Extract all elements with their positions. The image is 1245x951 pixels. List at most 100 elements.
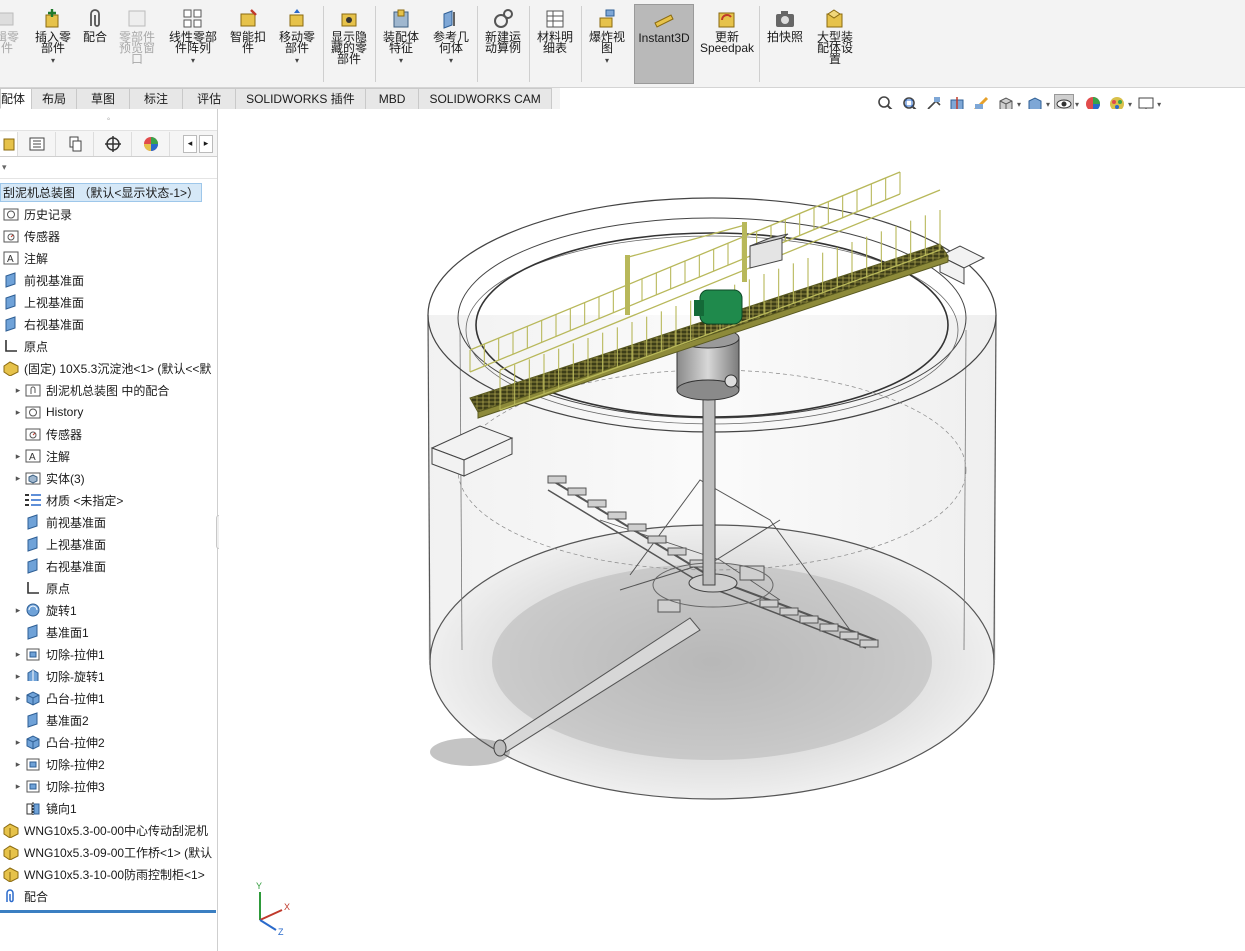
dimxpert-manager-tab[interactable] <box>94 131 132 156</box>
expand-arrow-icon[interactable]: ▸ <box>12 451 24 462</box>
tree-item[interactable]: 右视基准面 <box>0 313 218 335</box>
reference-triad: Y X Z <box>256 881 290 937</box>
move-component-button[interactable]: 移动零 部件 ▾ <box>274 4 320 84</box>
tab-markup[interactable]: 标注 <box>129 88 184 109</box>
tree-item[interactable]: A 注解 <box>0 247 218 269</box>
tab-sketch[interactable]: 草图 <box>76 88 131 109</box>
expand-arrow-icon[interactable]: ▸ <box>12 605 24 616</box>
display-manager-tab[interactable] <box>132 131 170 156</box>
expand-arrow-icon[interactable]: ▸ <box>12 759 24 770</box>
sensors-icon <box>24 425 42 443</box>
tree-item[interactable]: 基准面2 <box>0 709 218 731</box>
tree-item[interactable]: 原点 <box>0 577 218 599</box>
tab-scroll-left-button[interactable]: ◂ <box>183 134 197 153</box>
new-motion-study-button[interactable]: 新建运 动算例 <box>480 4 526 84</box>
insert-components-button[interactable]: 插入零 部件 ▾ <box>30 4 76 84</box>
configuration-manager-tab[interactable] <box>56 131 94 156</box>
tree-item[interactable]: 传感器 <box>0 225 218 247</box>
tree-item-label: 凸台-拉伸1 <box>46 691 105 706</box>
tree-item[interactable]: 上视基准面 <box>0 291 218 313</box>
tree-item[interactable]: WNG10x5.3-00-00中心传动刮泥机 <box>0 819 218 841</box>
expand-arrow-icon[interactable]: ▸ <box>12 473 24 484</box>
tree-item[interactable]: 原点 <box>0 335 218 357</box>
tree-item[interactable]: WNG10x5.3-10-00防雨控制柜<1> <box>0 863 218 885</box>
tree-item[interactable]: ▸ 凸台-拉伸1 <box>0 687 218 709</box>
fixed-part-icon <box>2 359 20 377</box>
smart-fasteners-button[interactable]: 智能扣 件 <box>226 4 270 84</box>
tree-item[interactable]: ▸ 切除-拉伸1 <box>0 643 218 665</box>
assembly-icon <box>2 865 20 883</box>
tree-item[interactable]: (固定) 10X5.3沉淀池<1> (默认<<默 <box>0 357 218 379</box>
tab-solidworks-addins[interactable]: SOLIDWORKS 插件 <box>235 88 366 109</box>
property-manager-tab[interactable] <box>18 131 56 156</box>
expand-arrow-icon[interactable]: ▸ <box>12 385 24 396</box>
tab-evaluate[interactable]: 评估 <box>182 88 237 109</box>
tree-item[interactable]: ▸ 凸台-拉伸2 <box>0 731 218 753</box>
tree-item[interactable]: 前视基准面 <box>0 511 218 533</box>
tree-item[interactable]: 历史记录 <box>0 203 218 225</box>
tree-filter[interactable]: ▾ <box>0 157 217 179</box>
tree-item[interactable]: ▸ 切除-旋转1 <box>0 665 218 687</box>
tree-item[interactable]: ▸ A 注解 <box>0 445 218 467</box>
graphics-area[interactable]: Y X Z <box>219 109 1245 951</box>
expand-arrow-icon[interactable]: ▸ <box>12 407 24 418</box>
component-preview-window-button[interactable]: 零部件 预览窗 口 <box>114 4 160 84</box>
smart-fasteners-icon <box>237 8 259 30</box>
tree-item-label: 注解 <box>46 449 71 464</box>
expand-arrow-icon[interactable]: ▸ <box>12 737 24 748</box>
tree-root-assembly[interactable]: 刮泥机总装图 （默认<显示状态-1>） <box>0 181 218 203</box>
tree-item[interactable]: WNG10x5.3-09-00工作桥<1> (默认 <box>0 841 218 863</box>
show-hidden-components-button[interactable]: 显示隐 藏的零 部件 <box>326 4 372 84</box>
expand-arrow-icon[interactable]: ▸ <box>12 649 24 660</box>
command-manager-ribbon: 辑零 件 插入零 部件 ▾ 配合 零部件 预览窗 口 线性零部 件阵列 ▾ 智能… <box>0 0 1245 88</box>
edit-component-button[interactable]: 辑零 件 <box>0 4 22 84</box>
tree-item[interactable]: 镜向1 <box>0 797 218 819</box>
bill-of-materials-button[interactable]: 材料明 细表 <box>532 4 578 84</box>
origin-icon <box>2 337 20 355</box>
tab-scroll-right-button[interactable]: ▸ <box>199 134 213 153</box>
sensors-icon <box>2 227 20 245</box>
instant3d-button[interactable]: Instant3D <box>634 4 694 84</box>
tree-item[interactable]: 传感器 <box>0 423 218 445</box>
tree-item[interactable]: ▸ 切除-拉伸3 <box>0 775 218 797</box>
assembly-features-button[interactable]: 装配体 特征 ▾ <box>378 4 424 84</box>
plane-icon <box>24 535 42 553</box>
tree-item[interactable]: 基准面1 <box>0 621 218 643</box>
tree-item[interactable]: 前视基准面 <box>0 269 218 291</box>
instant3d-icon <box>653 9 675 31</box>
expand-arrow-icon[interactable]: ▸ <box>12 693 24 704</box>
expand-arrow-icon[interactable]: ▸ <box>12 671 24 682</box>
tree-item-label: 材质 <未指定> <box>46 493 124 508</box>
tree-item[interactable]: ▸ 实体(3) <box>0 467 218 489</box>
panel-tabs: ◂ ▸ <box>0 131 217 157</box>
tree-item[interactable]: ▸ 旋转1 <box>0 599 218 621</box>
tab-solidworks-cam[interactable]: SOLIDWORKS CAM <box>418 88 552 109</box>
linear-component-pattern-button[interactable]: 线性零部 件阵列 ▾ <box>164 4 222 84</box>
plane-icon <box>2 293 20 311</box>
large-assembly-settings-button[interactable]: 大型装 配体设 置 <box>810 4 860 84</box>
mate-button[interactable]: 配合 <box>78 4 112 84</box>
tree-item[interactable]: 配合 <box>0 885 218 907</box>
tree-item[interactable]: ▸ 刮泥机总装图 中的配合 <box>0 379 218 401</box>
tree-item[interactable]: ▸ 切除-拉伸2 <box>0 753 218 775</box>
tab-assembly[interactable]: 配体 <box>0 88 33 109</box>
tree-item[interactable]: ▸ History <box>0 401 218 423</box>
tab-mbd[interactable]: MBD <box>364 88 420 109</box>
model-render: Y X Z <box>256 171 997 937</box>
update-speedpak-button[interactable]: 更新 Speedpak <box>698 4 756 84</box>
tree-item-label: (固定) 10X5.3沉淀池<1> (默认<<默 <box>24 361 212 376</box>
feature-manager-tab[interactable] <box>0 131 18 156</box>
panel-divider <box>0 910 216 913</box>
tree-item[interactable]: 上视基准面 <box>0 533 218 555</box>
reference-geometry-icon <box>440 8 462 30</box>
exploded-view-button[interactable]: 爆炸视 图 ▾ <box>584 4 630 84</box>
reference-geometry-button[interactable]: 参考几 何体 ▾ <box>428 4 474 84</box>
tree-item-label: 右视基准面 <box>24 317 85 332</box>
tree-item[interactable]: 右视基准面 <box>0 555 218 577</box>
preview-window-icon <box>126 8 148 30</box>
tree-item[interactable]: 材质 <未指定> <box>0 489 218 511</box>
expand-arrow-icon[interactable]: ▸ <box>12 781 24 792</box>
tab-layout[interactable]: 布局 <box>31 88 78 109</box>
take-snapshot-button[interactable]: 拍快照 <box>762 4 808 84</box>
panel-grip[interactable]: ◦ <box>0 109 217 131</box>
